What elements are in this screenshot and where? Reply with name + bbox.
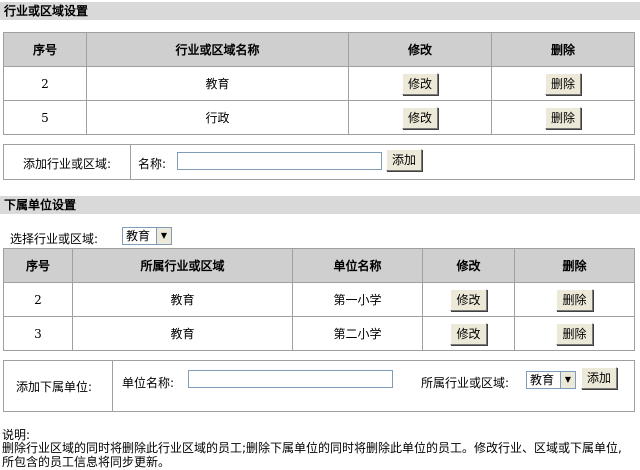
header-delete: 删除 bbox=[514, 248, 635, 283]
units-section-title: 下属单位设置 bbox=[0, 196, 640, 214]
header-index: 序号 bbox=[3, 32, 87, 67]
unit-name-input[interactable] bbox=[188, 370, 393, 388]
row-belong-industry: 教育 bbox=[72, 316, 293, 351]
belong-industry-dropdown[interactable]: 教育 ▼ bbox=[526, 371, 576, 389]
add-unit-label: 添加下属单位: bbox=[16, 380, 93, 394]
header-delete: 删除 bbox=[491, 32, 635, 67]
delete-button[interactable]: 删除 bbox=[544, 106, 581, 129]
delete-button[interactable]: 删除 bbox=[556, 288, 593, 311]
belong-industry-value: 教育 bbox=[530, 373, 555, 387]
industry-name-label: 名称: bbox=[138, 157, 167, 171]
header-industry-name: 行业或区域名称 bbox=[86, 32, 349, 67]
edit-button[interactable]: 修改 bbox=[401, 72, 438, 95]
chevron-down-icon[interactable]: ▼ bbox=[560, 372, 575, 388]
table-row: 2 教育 修改 删除 bbox=[3, 66, 635, 101]
row-index: 2 bbox=[3, 66, 87, 101]
select-industry-dropdown[interactable]: 教育 ▼ bbox=[122, 227, 172, 245]
belong-industry-label: 所属行业或区域: bbox=[421, 376, 510, 390]
units-table-header: 序号 所属行业或区域 单位名称 修改 删除 bbox=[3, 248, 635, 283]
industry-name-input[interactable] bbox=[177, 152, 382, 170]
add-industry-panel: 添加行业或区域: 名称: 添加 bbox=[3, 144, 635, 180]
industry-table-header: 序号 行业或区域名称 修改 删除 bbox=[3, 32, 635, 67]
row-industry-name: 行政 bbox=[86, 100, 349, 135]
add-unit-panel: 添加下属单位: 单位名称: 所属行业或区域: 教育 ▼ 添加 bbox=[3, 360, 635, 412]
select-industry-label: 选择行业或区域: bbox=[10, 232, 99, 246]
row-unit-name: 第二小学 bbox=[292, 316, 423, 351]
header-edit: 修改 bbox=[422, 248, 515, 283]
industry-table: 序号 行业或区域名称 修改 删除 2 教育 修改 删除 5 行政 修改 删除 bbox=[3, 32, 635, 135]
add-industry-button[interactable]: 添加 bbox=[386, 149, 423, 171]
note-text: 删除行业区域的同时将删除此行业区域的员工;删除下属单位的同时将删除此单位的员工。… bbox=[2, 441, 622, 469]
select-industry-value: 教育 bbox=[126, 229, 151, 243]
header-index: 序号 bbox=[3, 248, 73, 283]
add-unit-button[interactable]: 添加 bbox=[581, 367, 618, 389]
chevron-down-icon[interactable]: ▼ bbox=[156, 228, 171, 244]
units-table: 序号 所属行业或区域 单位名称 修改 删除 2 教育 第一小学 修改 删除 3 … bbox=[3, 248, 635, 351]
table-row: 3 教育 第二小学 修改 删除 bbox=[3, 316, 635, 351]
row-belong-industry: 教育 bbox=[72, 282, 293, 317]
header-belong-industry: 所属行业或区域 bbox=[72, 248, 293, 283]
row-unit-name: 第一小学 bbox=[292, 282, 423, 317]
header-unit-name: 单位名称 bbox=[292, 248, 423, 283]
add-industry-label: 添加行业或区域: bbox=[23, 157, 112, 171]
industry-section-title: 行业或区域设置 bbox=[0, 2, 640, 20]
row-index: 2 bbox=[3, 282, 73, 317]
delete-button[interactable]: 删除 bbox=[556, 322, 593, 345]
table-row: 5 行政 修改 删除 bbox=[3, 100, 635, 135]
delete-button[interactable]: 删除 bbox=[544, 72, 581, 95]
unit-name-label: 单位名称: bbox=[122, 376, 175, 390]
edit-button[interactable]: 修改 bbox=[450, 322, 487, 345]
table-row: 2 教育 第一小学 修改 删除 bbox=[3, 282, 635, 317]
row-industry-name: 教育 bbox=[86, 66, 349, 101]
edit-button[interactable]: 修改 bbox=[450, 288, 487, 311]
row-index: 5 bbox=[3, 100, 87, 135]
row-index: 3 bbox=[3, 316, 73, 351]
header-edit: 修改 bbox=[348, 32, 492, 67]
edit-button[interactable]: 修改 bbox=[401, 106, 438, 129]
